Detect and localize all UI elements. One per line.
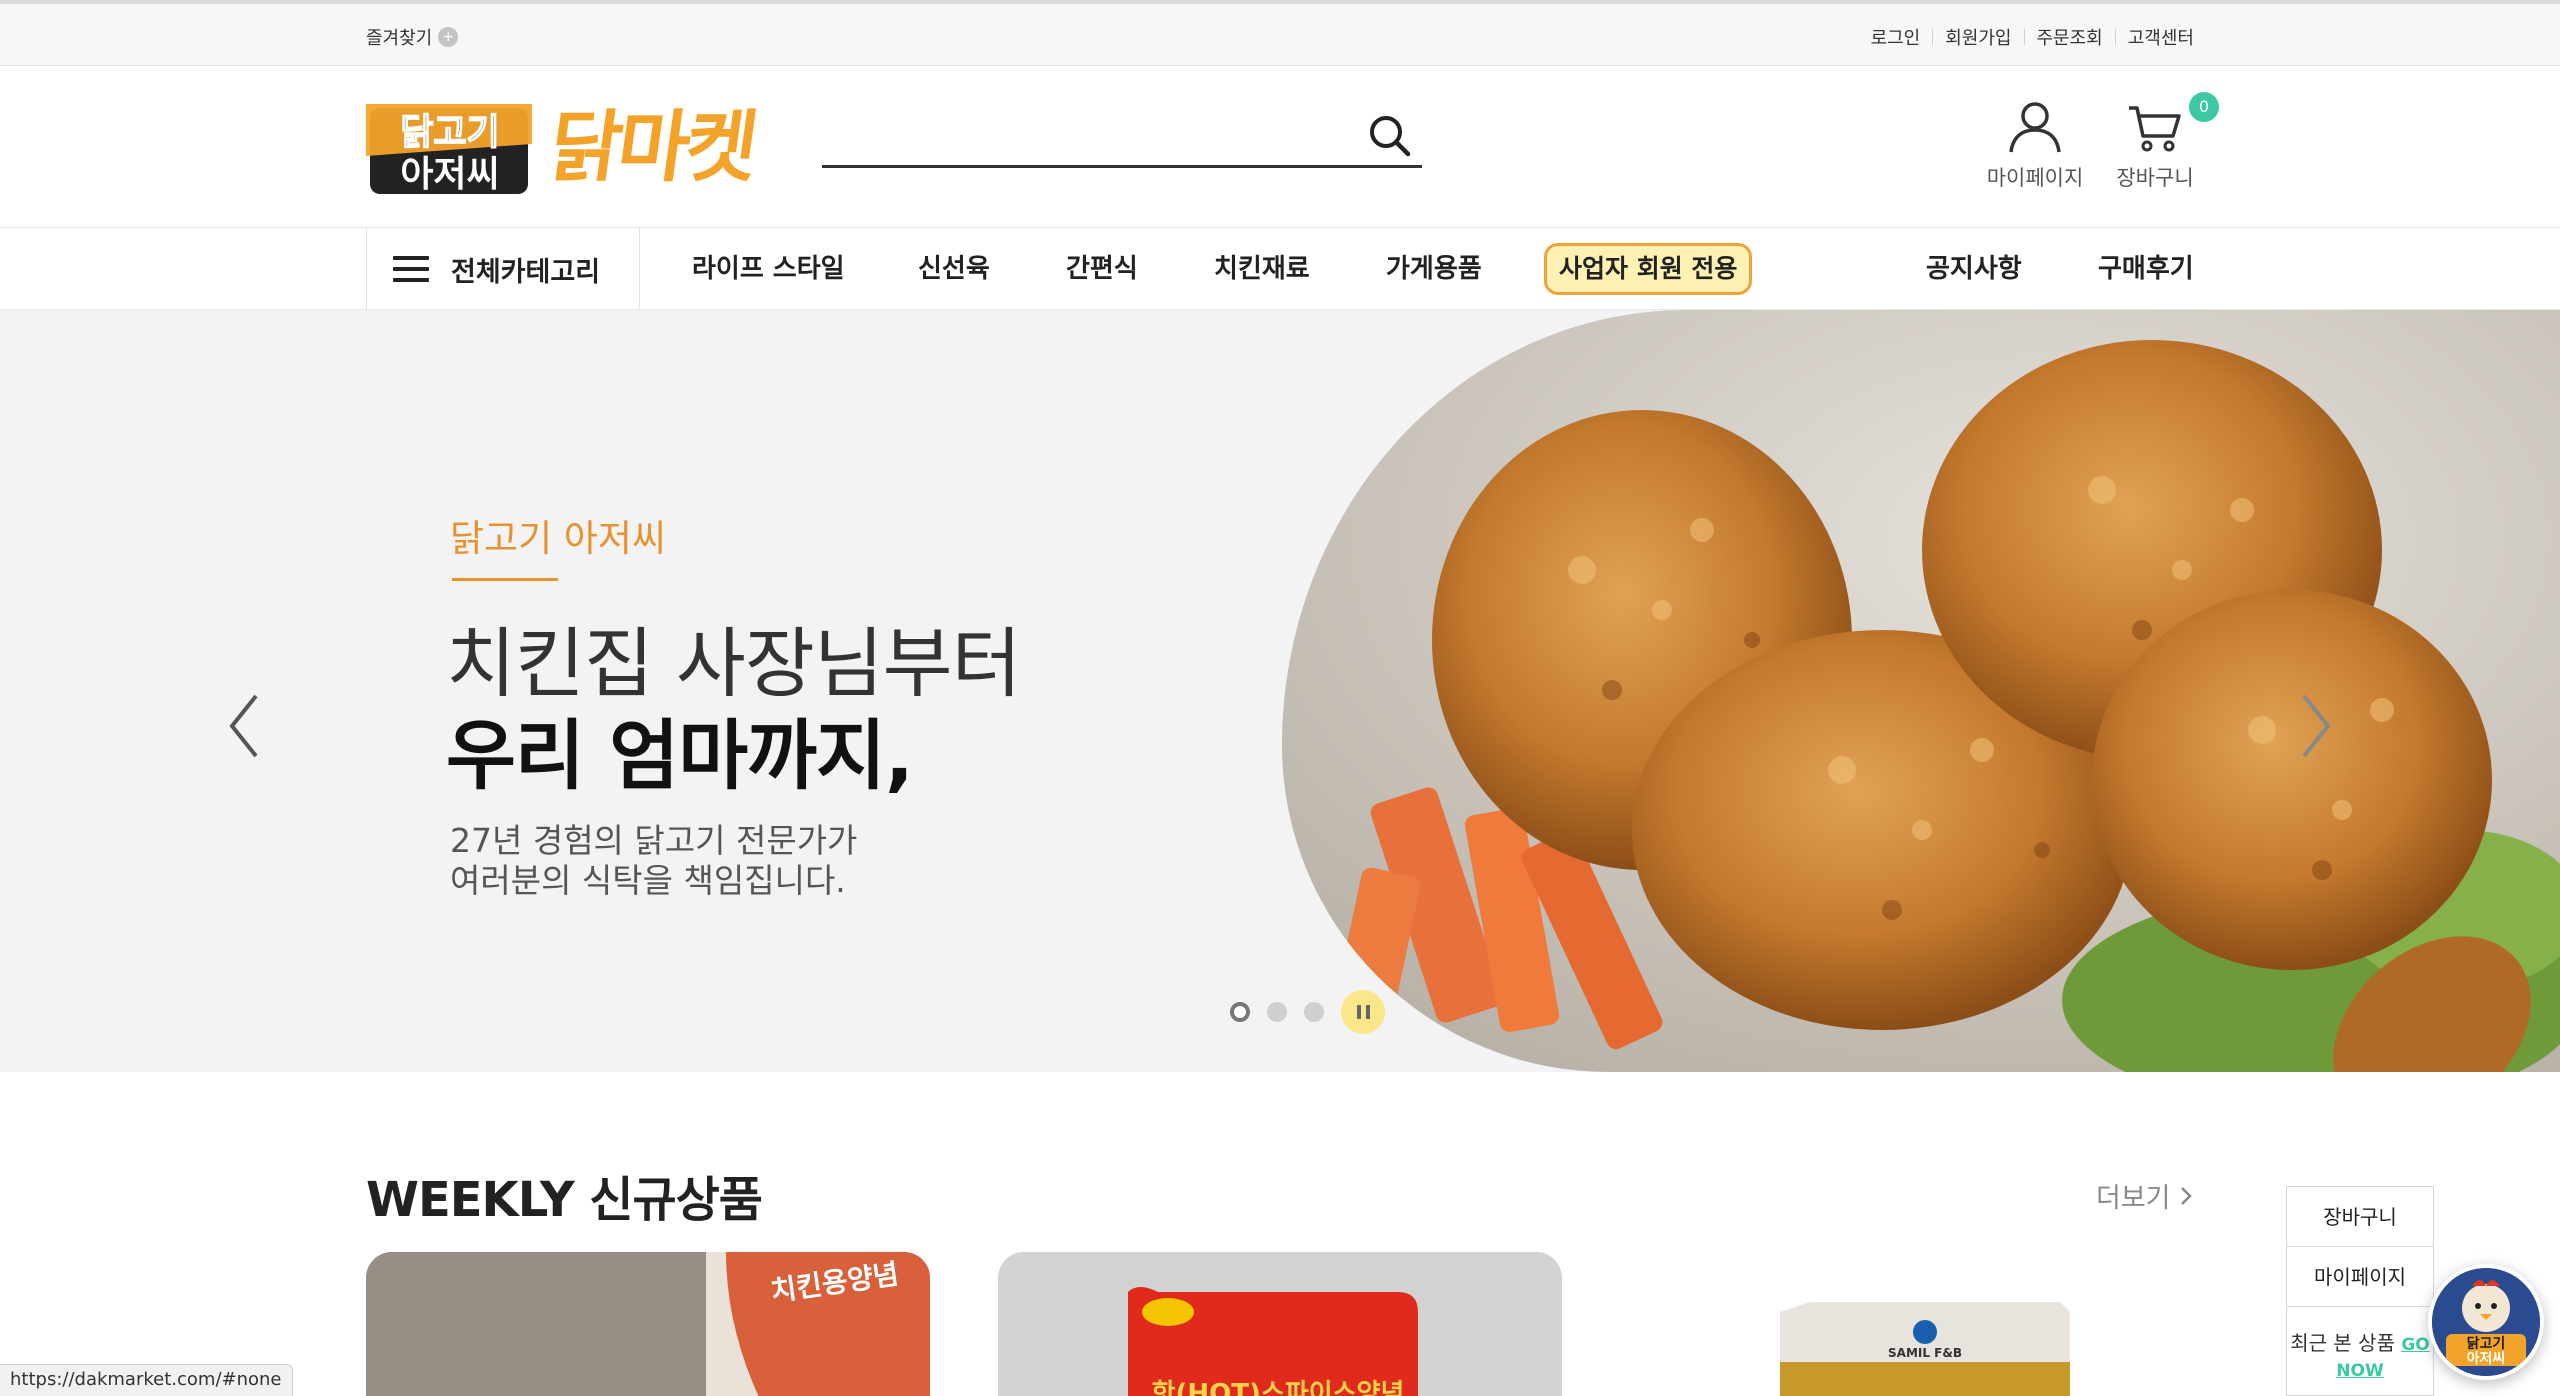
quick-panel: 장바구니 마이페이지 최근 본 상품 GO NOW (2286, 1186, 2434, 1396)
slide-dot-1[interactable] (1230, 1002, 1250, 1022)
customer-center-link[interactable]: 고객센터 (2116, 24, 2194, 50)
product-card[interactable]: 핫(HOT)스파이스양념 (998, 1252, 1562, 1396)
go-now-link[interactable]: NOW (2336, 1361, 2383, 1381)
mascot-line2: 아저씨 (2467, 1350, 2506, 1367)
nav-item-chicken-ingredients[interactable]: 치킨재료 (1214, 228, 1310, 310)
recent-products: 최근 본 상품 GO NOW (2287, 1307, 2433, 1383)
site-header: 닭고기 아저씨 닭마켓 마이페이지 0 장바구니 (0, 66, 2560, 228)
status-bar-url: https://dakmarket.com/#none (0, 1364, 293, 1396)
brand-badge-logo[interactable]: 닭고기 아저씨 (366, 104, 532, 198)
product-image: SAMIL F&B (1630, 1252, 2194, 1396)
favorites-link[interactable]: 즐겨찾기 + (366, 24, 459, 50)
fried-chicken-photo (1282, 310, 2560, 1072)
nav-item-fresh-meat[interactable]: 신선육 (918, 228, 990, 310)
plus-icon: + (438, 27, 459, 47)
main-nav: 전체카테고리 라이프 스타일 신선육 간편식 치킨재료 가게용품 사업자 회원 … (0, 228, 2560, 310)
signup-link[interactable]: 회원가입 (1933, 24, 2023, 50)
product-image-text: SAMIL F&B (1888, 1346, 1962, 1360)
nav-item-reviews[interactable]: 구매후기 (2098, 228, 2194, 310)
quick-cart-link[interactable]: 장바구니 (2287, 1187, 2433, 1247)
go-now-link[interactable]: GO (2401, 1335, 2429, 1355)
recent-products-label: 최근 본 상품 (2290, 1331, 2395, 1355)
hero-description-line2: 여러분의 식탁을 책임집니다. (450, 861, 846, 900)
business-member-only-button[interactable]: 사업자 회원 전용 (1544, 243, 1753, 295)
product-image-text: 핫(HOT)스파이스양념 (1152, 1379, 1405, 1396)
hamburger-icon (393, 256, 429, 282)
slide-dot-3[interactable] (1304, 1002, 1324, 1022)
more-link[interactable]: 더보기 (2096, 1176, 2193, 1215)
product-image: 핫(HOT)스파이스양념 (998, 1252, 1562, 1396)
user-icon (2009, 102, 2061, 153)
mypage-button[interactable]: 마이페이지 (1980, 100, 2090, 192)
cart-button[interactable]: 0 장바구니 (2100, 92, 2219, 192)
page: 즐겨찾기 + 로그인 회원가입 주문조회 고객센터 닭고기 아저씨 닭마켓 마이… (0, 0, 2560, 1396)
badge-line2: 아저씨 (400, 154, 499, 195)
more-label: 더보기 (2096, 1183, 2171, 1214)
mascot-line1: 닭고기 (2467, 1335, 2506, 1352)
top-utility-bar: 즐겨찾기 + 로그인 회원가입 주문조회 고객센터 (0, 0, 2560, 66)
product-image: 치킨용양념 (366, 1252, 930, 1396)
pause-icon[interactable] (1341, 990, 1385, 1034)
all-categories-button[interactable]: 전체카테고리 (366, 228, 640, 310)
favorites-label: 즐겨찾기 (366, 28, 433, 49)
hero-brand: 닭고기 아저씨 (450, 517, 667, 560)
search-input[interactable] (822, 114, 1362, 160)
search-icon[interactable] (1366, 112, 1414, 160)
cart-label: 장바구니 (2116, 166, 2194, 190)
nav-item-convenience-food[interactable]: 간편식 (1066, 228, 1138, 310)
cart-icon (2129, 106, 2181, 152)
brand-wordmark[interactable]: 닭마켓 (544, 103, 760, 194)
mypage-label: 마이페이지 (1986, 166, 2084, 190)
hero-headline-line2: 우리 엄마까지, (446, 711, 914, 800)
hero-brand-underline (452, 578, 558, 581)
order-lookup-link[interactable]: 주문조회 (2025, 24, 2115, 50)
badge-line1: 닭고기 (400, 112, 499, 153)
utility-links: 로그인 회원가입 주문조회 고객센터 (1859, 24, 2194, 50)
cart-count-badge: 0 (2189, 92, 2219, 122)
login-link[interactable]: 로그인 (1859, 24, 1933, 50)
hero-banner: 닭고기 아저씨 치킨집 사장님부터 우리 엄마까지, 27년 경험의 닭고기 전… (0, 310, 2560, 1072)
chat-mascot-button[interactable]: 닭고기 아저씨 (2428, 1264, 2544, 1380)
product-card[interactable]: 치킨용양념 (366, 1252, 930, 1396)
slide-dot-2[interactable] (1267, 1002, 1287, 1022)
slide-pagination (1230, 990, 1385, 1034)
mascot-icon: 닭고기 아저씨 (2432, 1268, 2540, 1376)
chevron-right-icon (2180, 1186, 2192, 1205)
product-card[interactable]: SAMIL F&B (1630, 1252, 2194, 1396)
chevron-right-icon[interactable] (2290, 686, 2340, 766)
chevron-left-icon[interactable] (220, 686, 270, 766)
quick-mypage-link[interactable]: 마이페이지 (2287, 1247, 2433, 1307)
all-categories-label: 전체카테고리 (451, 256, 601, 288)
nav-item-notice[interactable]: 공지사항 (1926, 228, 2022, 310)
nav-item-lifestyle[interactable]: 라이프 스타일 (692, 228, 845, 310)
search-bar (822, 108, 1422, 168)
weekly-section-title: WEEKLY 신규상품 (366, 1172, 763, 1228)
nav-item-store-supplies[interactable]: 가게용품 (1386, 228, 1482, 310)
